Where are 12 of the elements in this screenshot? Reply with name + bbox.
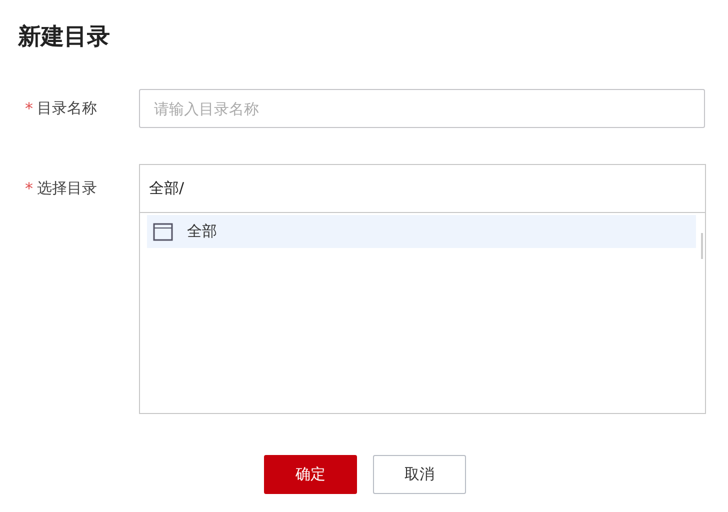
name-input-field[interactable]: 请输入目录名称 [139,89,705,128]
required-mark: * [25,99,33,118]
required-mark: * [25,178,33,198]
dialog-title: 新建目录 [18,23,111,52]
scrollbar[interactable] [701,233,703,259]
folder-window-icon [153,222,173,240]
selected-path: 全部/ [140,165,705,213]
confirm-button[interactable]: 确定 [264,455,357,494]
field-label: 目录名称 [37,99,97,118]
field-label: 选择目录 [37,178,97,198]
cancel-button[interactable]: 取消 [373,455,466,494]
tree-item[interactable]: 全部 [147,215,696,248]
